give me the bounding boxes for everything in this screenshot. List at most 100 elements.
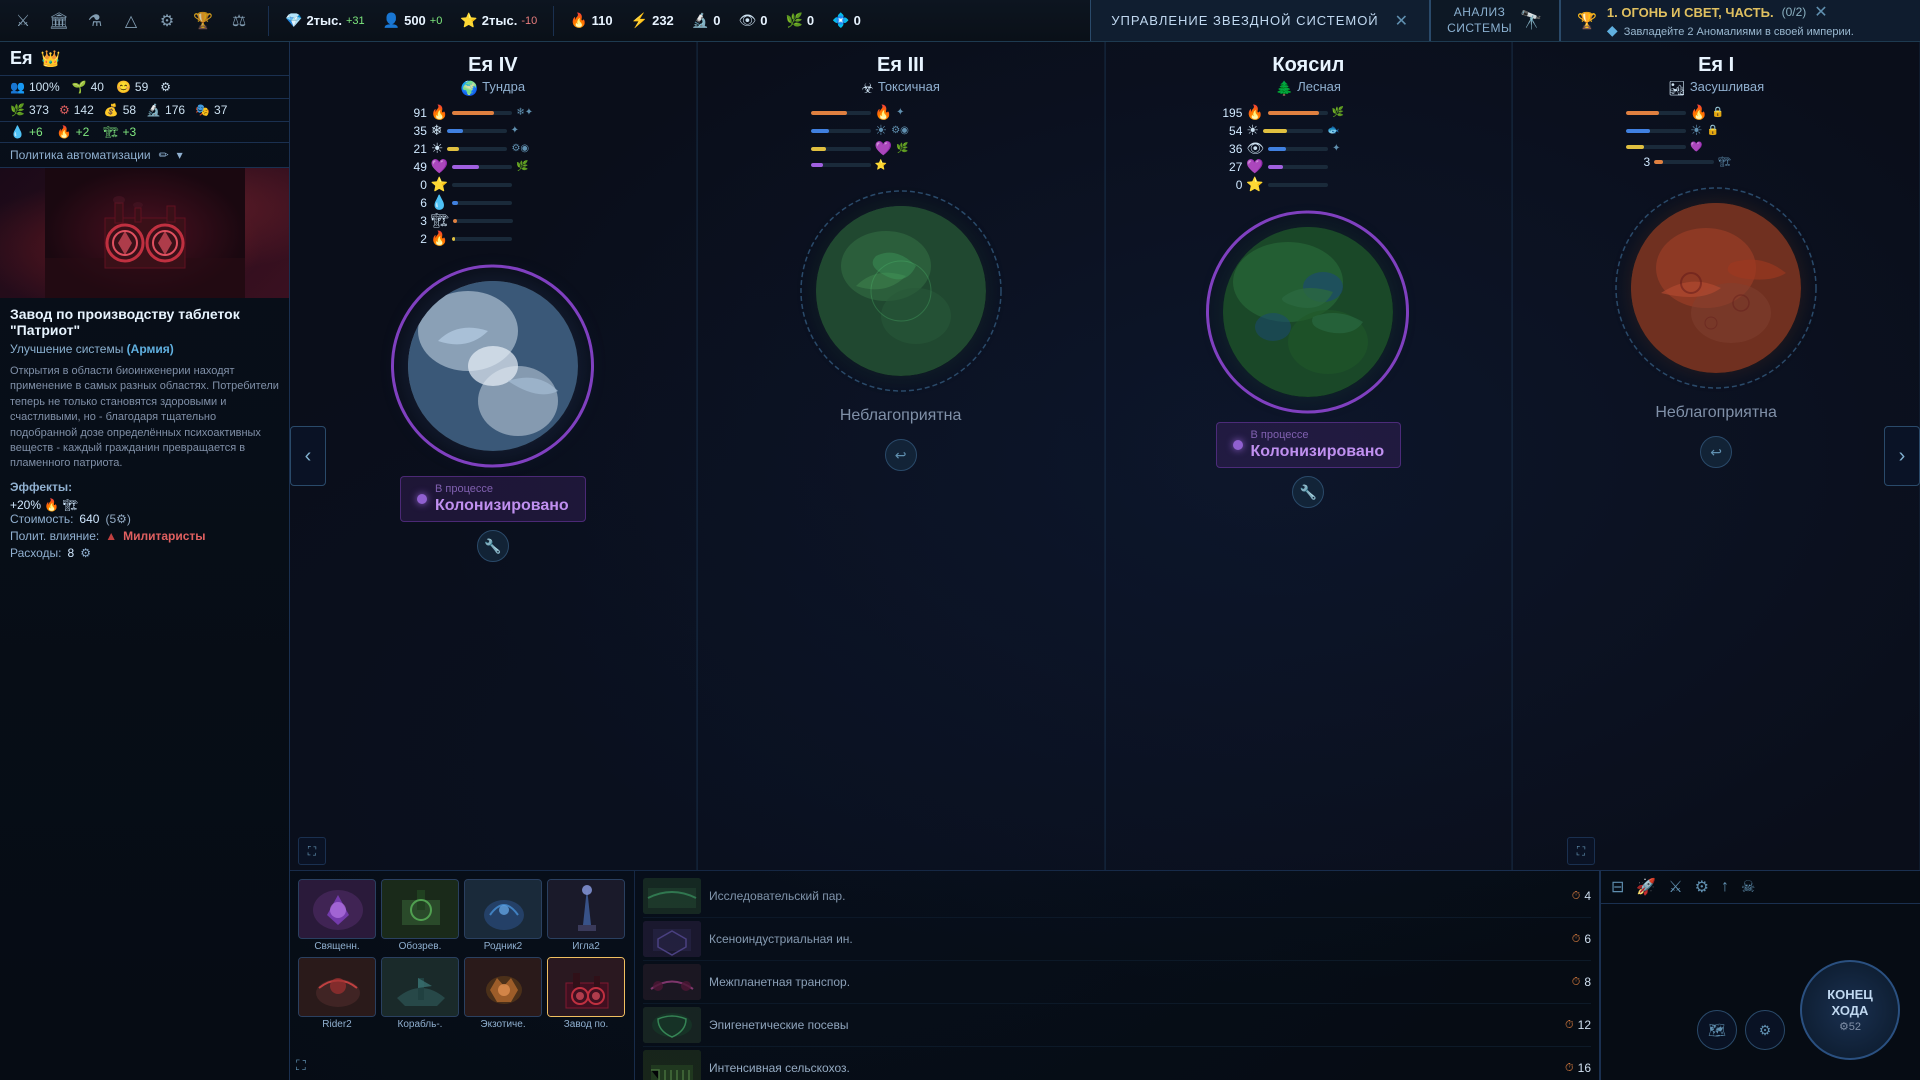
- building-label-factory: Завод по.: [564, 1019, 609, 1030]
- research-cost-0: ⏱ 4: [1572, 889, 1591, 903]
- building-thumb-spring[interactable]: Родник2: [464, 879, 542, 952]
- res-sci: 🔬 176: [146, 103, 185, 117]
- building-label-ship: Корабль-.: [398, 1019, 443, 1030]
- automation-edit-icon[interactable]: ✏: [159, 148, 169, 162]
- morale-icon: 😊: [116, 80, 131, 94]
- rp-icon-ship[interactable]: 🚀: [1636, 877, 1656, 897]
- research-item-0[interactable]: Исследовательский пар. ⏱ 4: [643, 875, 1591, 918]
- expand-left-icon[interactable]: ⛶: [298, 837, 326, 865]
- planet-name-ea3: Ея III: [877, 54, 924, 77]
- building-label-rider: Rider2: [322, 1019, 351, 1030]
- nav-arrow-right[interactable]: ›: [1884, 426, 1920, 486]
- planet-visual-ea4: [393, 266, 593, 466]
- research-item-4[interactable]: Интенсивная сельскохоз. ⏱ 16: [643, 1047, 1591, 1080]
- planet-name-row: Ея 👑: [0, 42, 289, 76]
- planet-name-ea1: Ея I: [1698, 54, 1734, 77]
- building-info: Завод по производству таблеток "Патриот"…: [0, 298, 289, 1080]
- pop-settings[interactable]: ⚙: [160, 80, 171, 94]
- main-content: ‹ Ея IV 🌍 Тундра 91 🔥 ❄✦ 35 ❄: [290, 42, 1920, 1080]
- research-name-4: Интенсивная сельскохоз.: [709, 1061, 1557, 1075]
- research-name-0: Исследовательский пар.: [709, 889, 1564, 903]
- stat-s1: 🔬 0: [692, 12, 721, 29]
- automation-expand-icon[interactable]: ▾: [177, 148, 183, 162]
- quest-panel: 🏆 1. ОГОНЬ И СВЕТ, ЧАСТЬ. (0/2) ✕ ◆ Завл…: [1560, 0, 1920, 41]
- population-delta: +0: [430, 15, 443, 27]
- small-btn-settings[interactable]: ⚙: [1745, 1010, 1785, 1050]
- rp-icon-skull[interactable]: ☠: [1741, 877, 1755, 897]
- building-thumb-sacred[interactable]: Священн.: [298, 879, 376, 952]
- planet-stats-koyasil: 195 🔥 🌿 54 ☀ 🐟 36 👁 ✦: [1218, 104, 1398, 194]
- icon-scales[interactable]: ⚖: [228, 10, 250, 32]
- stars-value: 2тыс.: [482, 13, 518, 28]
- planet-name-ea4: Ея IV: [468, 54, 517, 77]
- end-turn-button[interactable]: КОНЕЦХОДА ⚙52: [1800, 960, 1900, 1060]
- effect-value: +20% 🔥 🏗: [10, 498, 279, 512]
- star-system-button[interactable]: УПРАВЛЕНИЕ ЗВЕЗДНОЙ СИСТЕМОЙ ✕: [1090, 0, 1430, 41]
- planet-action-button-koyasil[interactable]: 🔧: [1292, 476, 1324, 508]
- icon-trophy[interactable]: 🏆: [192, 10, 214, 32]
- star-system-label: УПРАВЛЕНИЕ ЗВЕЗДНОЙ СИСТЕМОЙ: [1111, 13, 1378, 28]
- small-btn-map[interactable]: 🗺: [1697, 1010, 1737, 1050]
- expense-row: Расходы: 8 ⚙: [10, 546, 279, 560]
- research-name-3: Эпигенетические посевы: [709, 1018, 1557, 1032]
- research-item-3[interactable]: Эпигенетические посевы ⏱ 12: [643, 1004, 1591, 1047]
- stat-s3: 🌿 0: [785, 12, 814, 29]
- system-analysis-button[interactable]: АНАЛИЗ СИСТЕМЫ 🔭: [1430, 0, 1560, 41]
- colonized-dot-koyasil: [1233, 440, 1243, 450]
- building-thumb-ship[interactable]: Корабль-.: [381, 957, 459, 1030]
- resource-stars: ⭐ 2тыс. -10: [460, 12, 537, 29]
- rp-icon-settings[interactable]: ⚙: [1695, 877, 1709, 897]
- credits-value: 2тыс.: [306, 13, 342, 28]
- unfavorable-text-ea1: Неблагоприятна: [1655, 404, 1777, 421]
- building-title: Завод по производству таблеток "Патриот": [10, 306, 279, 338]
- anomaly-icon: ◆: [1607, 22, 1618, 39]
- population-icon: 👤: [383, 12, 400, 29]
- unfavorable-badge-ea1: Неблагоприятна: [1639, 398, 1793, 428]
- top-bar-icons: ⚔ 🏛 ⚗ △ ⚙ 🏆 ⚖: [0, 10, 262, 32]
- nav-arrow-left[interactable]: ‹: [290, 426, 326, 486]
- planet-delta-row: 💧 +6 🔥 +2 🏗 +3: [0, 122, 289, 143]
- research-item-1[interactable]: Ксеноиндустриальная ин. ⏱ 6: [643, 918, 1591, 961]
- research-thumb-park: [643, 878, 701, 914]
- building-thumb-rider[interactable]: Rider2: [298, 957, 376, 1030]
- building-thumb-factory[interactable]: Завод по.: [547, 957, 625, 1030]
- research-cost-1: ⏱ 6: [1572, 932, 1591, 946]
- icon-triangle[interactable]: △: [120, 10, 142, 32]
- stat-s4: 💠 0: [832, 12, 861, 29]
- planets-area: ‹ Ея IV 🌍 Тундра 91 🔥 ❄✦ 35 ❄: [290, 42, 1920, 870]
- planet-column-ea1: Ея I 🏜 Засушливая 🔥 🔒 ☀ 🔒: [1513, 42, 1920, 870]
- research-item-2[interactable]: Межпланетная транспор. ⏱ 8: [643, 961, 1591, 1004]
- colonized-badge-ea4: В процессе Колонизировано: [400, 476, 586, 522]
- close-star-system-icon[interactable]: ✕: [1395, 11, 1409, 31]
- building-label-scout: Обозрев.: [399, 941, 442, 952]
- building-thumb-needle[interactable]: Игла2: [547, 879, 625, 952]
- credits-icon: 💎: [285, 12, 302, 29]
- influence-row: Полит. влияние: ▲ Милитаристы: [10, 529, 279, 543]
- building-thumb-exotic[interactable]: Экзотиче.: [464, 957, 542, 1030]
- planet-action-button-ea3[interactable]: ↩: [885, 439, 917, 471]
- planet-action-button-ea4[interactable]: 🔧: [477, 530, 509, 562]
- icon-building[interactable]: 🏛: [48, 10, 70, 32]
- planet-column-ea3: Ея III ☣ Токсичная 🔥 ✦ ☀ ⚙◉: [698, 42, 1105, 870]
- expand-right-icon-container: ⛶: [1567, 837, 1595, 865]
- pop-morale: 😊 59: [116, 80, 148, 94]
- building-subtitle: Улучшение системы (Армия): [10, 342, 279, 356]
- planet-resources-row: 🌿 373 ⚙ 142 💰 58 🔬 176 🎭 37: [0, 99, 289, 122]
- expand-right-icon[interactable]: ⛶: [1567, 837, 1595, 865]
- res-money: 💰 58: [104, 103, 136, 117]
- rp-icon-up[interactable]: ↑: [1721, 878, 1729, 896]
- building-thumb-scout[interactable]: Обозрев.: [381, 879, 459, 952]
- icon-gear[interactable]: ⚙: [156, 10, 178, 32]
- bottom-expand-buildings-icon[interactable]: ⛶: [296, 1057, 306, 1074]
- rp-icon-grid[interactable]: ⊟: [1611, 877, 1624, 897]
- rp-icon-heart-sword[interactable]: ⚔: [1668, 877, 1682, 897]
- planet-action-button-ea1[interactable]: ↩: [1700, 436, 1732, 468]
- research-list: Исследовательский пар. ⏱ 4 Ксенои: [635, 871, 1599, 1080]
- automation-label: Политика автоматизации: [10, 148, 151, 162]
- quest-complete-icon[interactable]: ✕: [1814, 2, 1827, 22]
- cost-row: Стоимость: 640 (5⚙): [10, 512, 279, 526]
- research-cost-2: ⏱ 8: [1572, 975, 1591, 989]
- icon-sword[interactable]: ⚔: [12, 10, 34, 32]
- quest-title: 1. ОГОНЬ И СВЕТ, ЧАСТЬ.: [1607, 5, 1774, 20]
- icon-flask[interactable]: ⚗: [84, 10, 106, 32]
